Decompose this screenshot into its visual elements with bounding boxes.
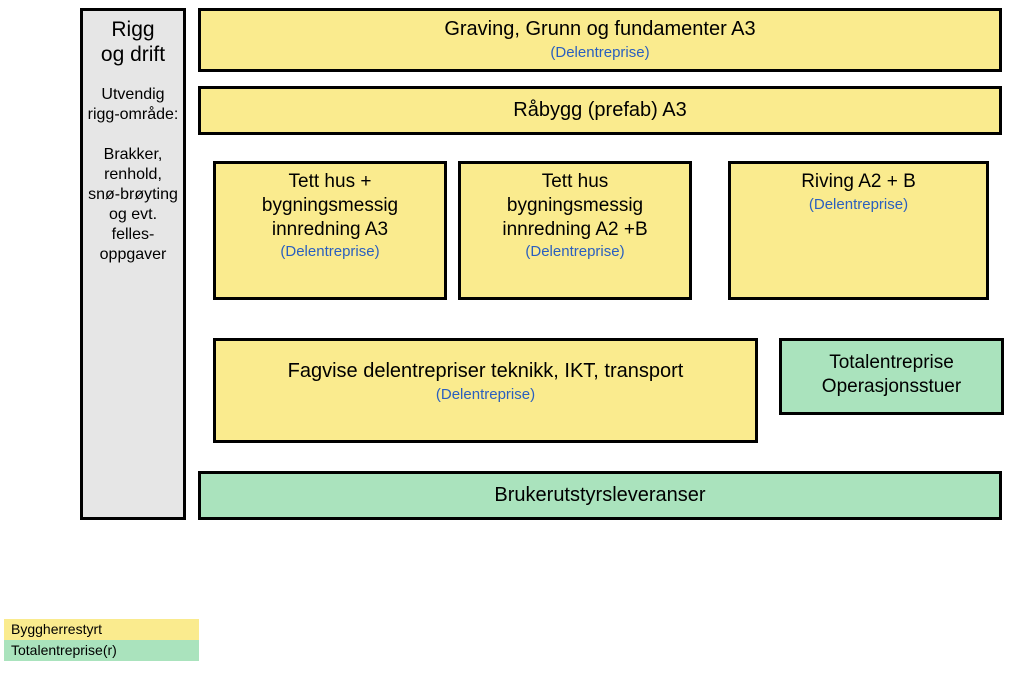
row3-box1-line2: bygningsmessig: [262, 195, 398, 216]
row3-box1-line1: Tett hus +: [289, 171, 372, 192]
sidebar-title-line2: og drift: [101, 43, 165, 66]
row3-box3-sub: (Delentreprise): [731, 196, 986, 213]
row3-box1-line3: innredning A3: [272, 219, 388, 240]
row1-sub: (Delentreprise): [201, 44, 999, 61]
row3-box2-title: Tett hus bygningsmessig innredning A2 +B: [461, 164, 689, 241]
sidebar-body-intro: Utvendig rigg-område:: [88, 86, 179, 123]
row4-box1-sub: (Delentreprise): [216, 386, 755, 403]
row4-box2-line2: Operasjonsstuer: [822, 376, 961, 397]
box-graving-grunn-fundamenter: Graving, Grunn og fundamenter A3 (Delent…: [198, 8, 1002, 72]
box-fagvise-delentrepriser: Fagvise delentrepriser teknikk, IKT, tra…: [213, 338, 758, 443]
row3-box2-sub: (Delentreprise): [461, 243, 689, 260]
legend-label-yellow: Byggherrestyrt: [11, 619, 102, 640]
box-brukerutstyrsleveranser: Brukerutstyrsleveranser: [198, 471, 1002, 520]
row3-box3-title: Riving A2 + B: [731, 164, 986, 194]
legend-label-green: Totalentreprise(r): [11, 640, 117, 661]
row3-box1-title: Tett hus + bygningsmessig innredning A3: [216, 164, 444, 241]
row3-box2-line1: Tett hus: [542, 171, 609, 192]
legend: Byggherrestyrt Totalentreprise(r): [4, 619, 305, 661]
row1-title: Graving, Grunn og fundamenter A3: [201, 11, 999, 42]
row3-box2-line2: bygningsmessig: [507, 195, 643, 216]
sidebar-title: Rigg og drift: [83, 11, 183, 67]
legend-row-yellow: Byggherrestyrt: [4, 619, 305, 640]
row3-box1-sub: (Delentreprise): [216, 243, 444, 260]
box-tett-hus-a3: Tett hus + bygningsmessig innredning A3 …: [213, 161, 447, 300]
row3-box3-line1: Riving A2 + B: [801, 171, 916, 192]
row2-title: Råbygg (prefab) A3: [201, 89, 999, 123]
legend-row-green: Totalentreprise(r): [4, 640, 305, 661]
box-totalentreprise-operasjonsstuer: Totalentreprise Operasjonsstuer: [779, 338, 1004, 415]
sidebar-body: Utvendig rigg-område: Brakker, renhold, …: [83, 85, 183, 265]
row4-box1-title: Fagvise delentrepriser teknikk, IKT, tra…: [216, 341, 755, 384]
sidebar-body-detail: Brakker, renhold, snø-brøyting og evt. f…: [88, 146, 178, 263]
sidebar-rigg-og-drift: Rigg og drift Utvendig rigg-område: Brak…: [80, 8, 186, 520]
diagram-canvas: Rigg og drift Utvendig rigg-område: Brak…: [0, 0, 1023, 693]
row4-box2-line1: Totalentreprise: [829, 352, 954, 373]
box-rabygg-prefab: Råbygg (prefab) A3: [198, 86, 1002, 135]
row4-box2-title: Totalentreprise Operasjonsstuer: [782, 341, 1001, 399]
row3-box2-line3: innredning A2 +B: [502, 219, 647, 240]
box-riving-a2b: Riving A2 + B (Delentreprise): [728, 161, 989, 300]
sidebar-title-line1: Rigg: [111, 18, 154, 41]
row5-title: Brukerutstyrsleveranser: [201, 474, 999, 508]
box-tett-hus-a2b: Tett hus bygningsmessig innredning A2 +B…: [458, 161, 692, 300]
